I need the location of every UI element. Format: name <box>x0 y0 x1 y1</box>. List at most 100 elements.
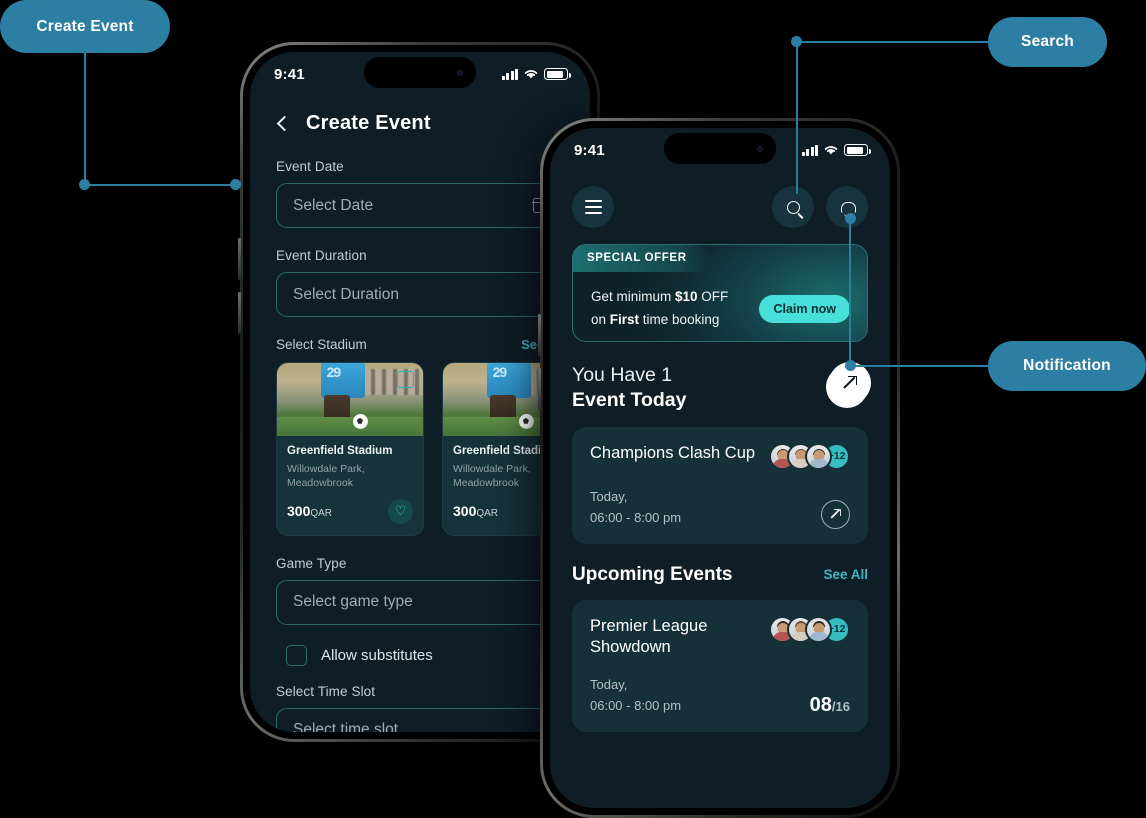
event-duration-placeholder: Select Duration <box>293 285 399 303</box>
game-type-select[interactable]: Select game type <box>276 579 564 625</box>
connector-dot-notification-elbow <box>845 360 856 371</box>
select-stadium-header: Select Stadium See All <box>276 337 564 352</box>
soccer-ball <box>352 413 368 429</box>
event-duration-select[interactable]: Select Duration <box>276 272 564 317</box>
connector-dot-create-event-target <box>230 179 241 190</box>
soccer-ball <box>518 413 534 429</box>
search-button[interactable] <box>772 186 814 228</box>
dashboard-header <box>550 172 890 228</box>
today-event-open-button[interactable] <box>821 499 850 529</box>
upcoming-events-title: Upcoming Events <box>572 563 733 585</box>
upcoming-event-name: Premier League Showdown <box>590 616 708 656</box>
label-select-stadium: Select Stadium <box>276 337 367 352</box>
today-event-schedule: Today, 06:00 - 8:00 pm <box>590 487 681 529</box>
offer-line-1: Get minimum $10 OFF <box>591 285 728 308</box>
stadium-price-currency: QAR <box>476 508 499 520</box>
connector-dot-notification-source <box>845 213 856 224</box>
battery-icon <box>544 68 571 80</box>
hamburger-menu-icon <box>584 200 602 214</box>
notification-bell-icon <box>840 200 856 217</box>
allow-substitutes-checkbox[interactable] <box>286 644 307 666</box>
stadium-name: Greenfield Stadium <box>287 445 393 457</box>
stadium-price: 300QAR <box>453 503 498 519</box>
slots-total: /16 <box>831 698 850 714</box>
phone-volume-up-button-right[interactable] <box>538 314 541 356</box>
signal-bars-icon <box>801 144 818 156</box>
time-slot-placeholder: Select time slot <box>293 721 399 732</box>
callout-create-event[interactable]: Create Event <box>0 0 170 53</box>
allow-substitutes-label: Allow substitutes <box>321 646 433 664</box>
page-title: Create Event <box>306 112 431 134</box>
upcoming-see-all-link[interactable]: See All <box>823 567 868 582</box>
game-type-placeholder: Select game type <box>293 593 413 611</box>
stadium-grass <box>277 417 423 436</box>
connector-dot-search <box>791 36 802 47</box>
offer-line-2: on First time booking <box>591 308 728 331</box>
status-bar-left: 9:41 <box>250 52 590 96</box>
offer-amount: $10 <box>675 289 698 304</box>
arrow-up-right-icon <box>831 508 841 519</box>
upcoming-events-header: Upcoming Events See All <box>550 544 890 586</box>
connector-search-vertical <box>796 42 798 194</box>
battery-icon <box>844 144 871 156</box>
offer-line1-a: Get minimum <box>591 289 676 304</box>
status-bar-right: 9:41 <box>550 128 890 172</box>
offer-line1-c: OFF <box>697 289 729 304</box>
phone-volume-down-button-right[interactable] <box>538 368 541 410</box>
callout-create-event-label: Create Event <box>36 17 134 35</box>
jersey-number: 29 <box>326 364 342 381</box>
callout-search[interactable]: Search <box>988 17 1107 67</box>
wifi-icon <box>524 70 538 79</box>
label-game-type: Game Type <box>276 555 347 571</box>
callout-search-label: Search <box>1021 33 1074 50</box>
allow-substitutes-row[interactable]: Allow substitutes <box>276 644 564 666</box>
create-event-header: Create Event <box>250 96 590 135</box>
arrow-up-right-icon <box>844 376 857 389</box>
search-icon <box>786 200 800 214</box>
upcoming-event-card[interactable]: Premier League Showdown +12 Today, 06:00… <box>572 599 868 732</box>
special-offer-badge: SPECIAL OFFER <box>573 245 709 272</box>
connector-notification-vertical <box>849 218 851 370</box>
today-event-card[interactable]: Champions Clash Cup +12 Today, 06:00 - 8… <box>572 426 868 544</box>
bookmark-icon[interactable] <box>397 371 414 388</box>
claim-now-button[interactable]: Claim now <box>759 295 850 323</box>
phone-home-dashboard: 9:41 SPECIAL OFFER Get minimum $10 OFF o… <box>538 118 900 818</box>
event-date-input[interactable]: Select Date <box>276 183 564 228</box>
offer-line2-c: time booking <box>639 312 720 328</box>
special-offer-banner[interactable]: SPECIAL OFFER Get minimum $10 OFF on Fir… <box>572 244 868 342</box>
stadium-card[interactable]: 29 Greenfield Stadium Willowdale Park, M… <box>276 362 424 536</box>
phone-volume-down-button-left[interactable] <box>238 292 241 334</box>
today-event-attendees[interactable]: +12 <box>769 442 850 470</box>
connector-search-horizontal <box>800 41 990 43</box>
upcoming-event-date: Today, <box>590 677 628 693</box>
callout-notification[interactable]: Notification <box>988 341 1146 391</box>
connector-create-event-horizontal <box>80 184 236 186</box>
stadium-price: 300QAR <box>287 503 332 519</box>
avatar <box>805 442 832 470</box>
offer-first: First <box>609 312 640 328</box>
dynamic-island-left <box>364 57 476 88</box>
today-headline: You Have 1 Event Today <box>572 363 687 413</box>
status-time-left: 9:41 <box>274 65 305 83</box>
upcoming-event-time: 06:00 - 8:00 pm <box>590 698 682 714</box>
connector-create-event-vertical <box>84 52 86 185</box>
today-event-time: 06:00 - 8:00 pm <box>590 509 682 525</box>
stadium-location: Willowdale Park, Meadowbrook <box>287 463 365 490</box>
special-offer-text: Get minimum $10 OFF on First time bookin… <box>591 285 728 331</box>
time-slot-select[interactable]: Select time slot <box>276 707 564 732</box>
signal-bars-icon <box>501 68 518 80</box>
upcoming-event-attendees[interactable]: +12 <box>769 615 850 643</box>
stadium-price-value: 300 <box>287 503 311 520</box>
screen-home-dashboard: 9:41 SPECIAL OFFER Get minimum $10 OFF o… <box>550 128 890 808</box>
chevron-left-icon[interactable] <box>276 115 293 132</box>
phone-volume-up-button-left[interactable] <box>238 238 241 280</box>
wifi-icon <box>824 146 838 155</box>
heart-icon[interactable]: ♡ <box>388 498 413 524</box>
today-headline-line1: You Have 1 <box>572 364 673 386</box>
today-event-date: Today, <box>590 488 628 504</box>
hamburger-menu-button[interactable] <box>572 186 614 228</box>
event-date-placeholder: Select Date <box>293 196 374 214</box>
today-event-name: Champions Clash Cup <box>590 443 756 462</box>
offer-line2-a: on <box>591 312 610 328</box>
stadium-card-list: 29 Greenfield Stadium Willowdale Park, M… <box>276 362 590 536</box>
